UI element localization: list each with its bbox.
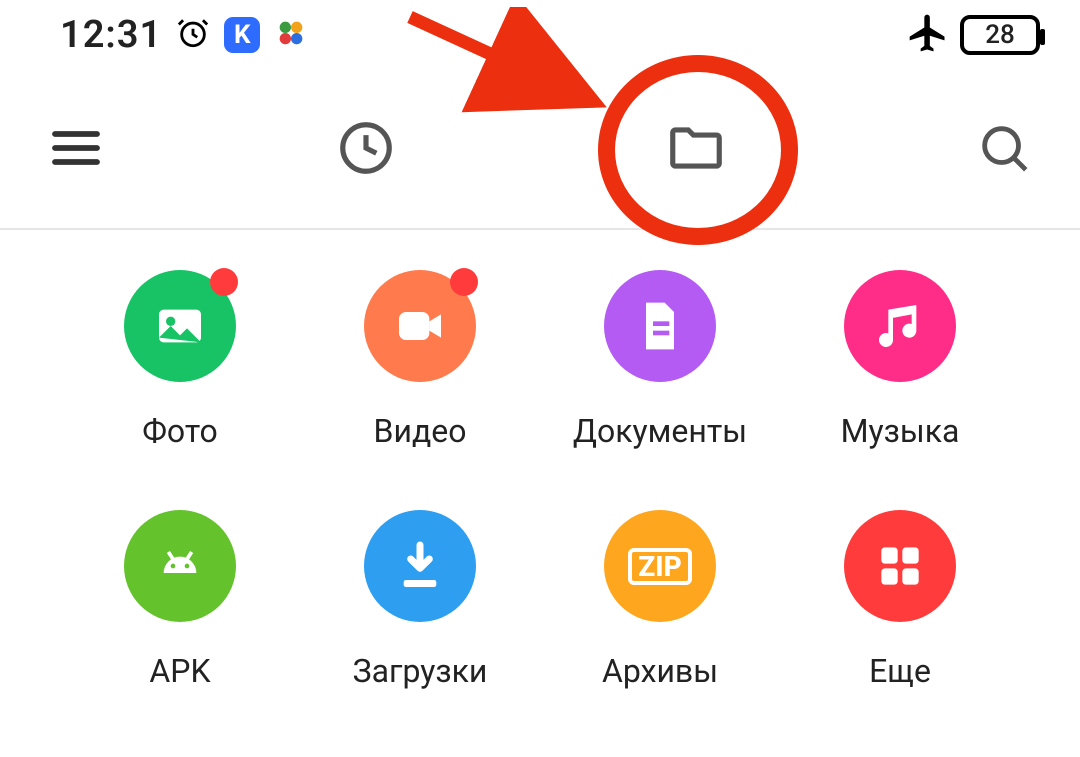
document-icon [604, 270, 716, 382]
category-label: Фото [142, 412, 218, 450]
category-label: Документы [573, 412, 747, 450]
zip-icon: ZIP [604, 510, 716, 622]
folder-icon [665, 117, 727, 182]
android-icon [124, 510, 236, 622]
grid-icon [844, 510, 956, 622]
clock-icon [335, 117, 397, 182]
category-label: Видео [374, 412, 467, 450]
category-more[interactable]: Еще [780, 510, 1020, 690]
category-label: Загрузки [353, 652, 488, 690]
video-icon [364, 270, 476, 382]
category-grid: Фото Видео Документы Музыка APK Загрузки… [0, 230, 1080, 690]
category-downloads[interactable]: Загрузки [300, 510, 540, 690]
app-badge-k: K [224, 17, 260, 53]
dots-icon [274, 16, 308, 54]
category-label: Еще [869, 652, 931, 690]
category-label: APK [149, 652, 210, 690]
category-video[interactable]: Видео [300, 270, 540, 450]
alarm-icon [176, 16, 210, 54]
category-documents[interactable]: Документы [540, 270, 780, 450]
search-icon [975, 119, 1033, 180]
status-right: 28 [906, 11, 1040, 59]
category-photos[interactable]: Фото [60, 270, 300, 450]
category-archives[interactable]: ZIP Архивы [540, 510, 780, 690]
search-button[interactable] [968, 113, 1040, 185]
recent-tab[interactable] [330, 113, 402, 185]
toolbar [0, 70, 1080, 230]
category-label: Архивы [602, 652, 718, 690]
battery-indicator: 28 [960, 15, 1040, 55]
hamburger-icon [48, 120, 104, 179]
status-left: 12:31 K [60, 13, 308, 57]
status-bar: 12:31 K 28 [0, 0, 1080, 70]
category-apk[interactable]: APK [60, 510, 300, 690]
clock: 12:31 [60, 13, 162, 57]
menu-button[interactable] [40, 113, 112, 185]
music-icon [844, 270, 956, 382]
category-music[interactable]: Музыка [780, 270, 1020, 450]
photos-icon [124, 270, 236, 382]
airplane-mode-icon [906, 11, 950, 59]
category-label: Музыка [841, 412, 960, 450]
browse-tab[interactable] [660, 113, 732, 185]
download-icon [364, 510, 476, 622]
